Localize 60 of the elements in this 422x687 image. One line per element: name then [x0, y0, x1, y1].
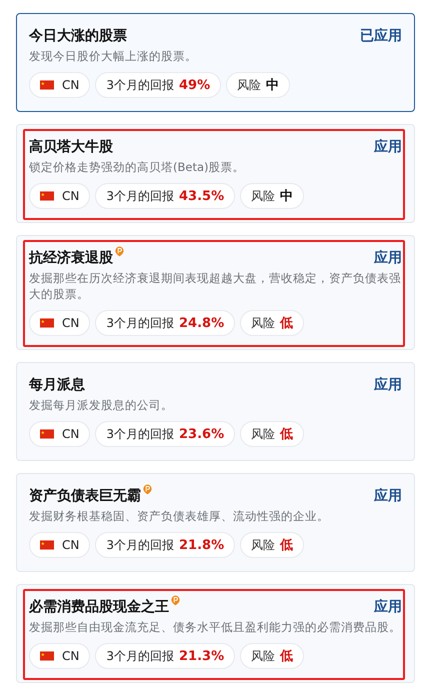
card-title: 高贝塔大牛股	[29, 138, 113, 157]
return-label: 3个月的回报	[106, 188, 174, 204]
return-value: 49%	[179, 78, 210, 92]
card-description: 发掘那些在历次经济衰退期间表现超越大盘，营收稳定，资产负债表强大的股票。	[29, 270, 402, 302]
card-title: 资产负债表巨无霸	[29, 487, 141, 506]
risk-value: 低	[280, 426, 294, 443]
flag-icon	[40, 651, 54, 661]
card-title: 必需消费品股现金之王	[29, 598, 169, 617]
return-value: 43.5%	[179, 188, 224, 204]
apply-link[interactable]: 应用	[374, 597, 402, 617]
return-value: 21.8%	[179, 538, 224, 552]
card-description: 发掘每月派发股息的公司。	[29, 397, 174, 413]
flag-icon	[40, 429, 54, 439]
risk-label: 风险	[251, 536, 276, 554]
return-value: 23.6%	[179, 426, 224, 442]
return-value: 21.3%	[179, 648, 224, 664]
risk-label: 风险	[251, 648, 276, 664]
card-description: 发现今日股价大幅上涨的股票。	[29, 48, 198, 64]
apply-link[interactable]: 应用	[374, 486, 402, 506]
card-description: 锁定价格走势强劲的高贝塔(Beta)股票。	[29, 159, 246, 175]
flag-icon	[40, 540, 54, 550]
risk-value: 低	[280, 537, 294, 554]
risk-label: 风险	[251, 314, 276, 332]
return-label: 3个月的回报	[106, 426, 174, 442]
market-code: CN	[62, 189, 80, 203]
risk-value: 低	[280, 315, 294, 332]
risk-value: 中	[280, 188, 294, 205]
strategy-card[interactable]: 每月派息 应用 发掘每月派发股息的公司。 CN 3个月的回报 23.6% 风险 低	[16, 362, 415, 461]
strategy-card[interactable]: 抗经济衰退股 应用 发掘那些在历次经济衰退期间表现超越大盘，营收稳定，资产负债表强大的股票。 CN 3个月的回报 24.8% 风险 低	[16, 235, 415, 350]
risk-label: 风险	[251, 426, 276, 442]
strategy-card[interactable]: 资产负债表巨无霸 应用 发掘财务根基稳固、资产负债表雄厚、流动性强的企业。 CN 3个月的回报 21.8% 风险 低	[16, 473, 415, 572]
risk-label: 风险	[251, 188, 276, 204]
market-code: CN	[62, 538, 80, 552]
flag-icon	[40, 80, 54, 90]
return-label: 3个月的回报	[106, 536, 174, 554]
market-code: CN	[62, 649, 80, 663]
strategy-card[interactable]: 今日大涨的股票 已应用 发现今日股价大幅上涨的股票。 CN 3个月的回报 49% 风险 中	[16, 13, 415, 112]
strategy-card[interactable]: 必需消费品股现金之王 应用 发掘那些自由现金流充足、债务水平低且盈利能力强的必需消费品股。 CN 3个月的回报 21.3% 风险 低	[16, 584, 415, 683]
card-title: 抗经济衰退股	[29, 248, 113, 268]
market-code: CN	[62, 427, 80, 441]
return-label: 3个月的回报	[106, 76, 174, 94]
risk-label: 风险	[237, 76, 262, 94]
flag-icon	[40, 191, 54, 201]
return-label: 3个月的回报	[106, 314, 174, 332]
market-code: CN	[62, 78, 80, 92]
card-title: 每月派息	[29, 376, 85, 395]
apply-link[interactable]: 应用	[374, 137, 402, 157]
return-label: 3个月的回报	[106, 648, 174, 664]
return-value: 24.8%	[179, 316, 224, 330]
risk-value: 中	[266, 77, 280, 94]
apply-link[interactable]: 应用	[374, 248, 402, 268]
card-description: 发掘那些自由现金流充足、债务水平低且盈利能力强的必需消费品股。	[29, 619, 402, 635]
card-description: 发掘财务根基稳固、资产负债表雄厚、流动性强的企业。	[29, 508, 330, 524]
card-title: 今日大涨的股票	[29, 27, 127, 46]
apply-link[interactable]: 应用	[374, 375, 402, 395]
risk-value: 低	[280, 648, 294, 665]
apply-link[interactable]: 已应用	[360, 26, 402, 46]
market-code: CN	[62, 316, 80, 330]
flag-icon	[40, 318, 54, 328]
strategy-card[interactable]: 高贝塔大牛股 应用 锁定价格走势强劲的高贝塔(Beta)股票。 CN 3个月的回报 43.5% 风险 中	[16, 124, 415, 223]
